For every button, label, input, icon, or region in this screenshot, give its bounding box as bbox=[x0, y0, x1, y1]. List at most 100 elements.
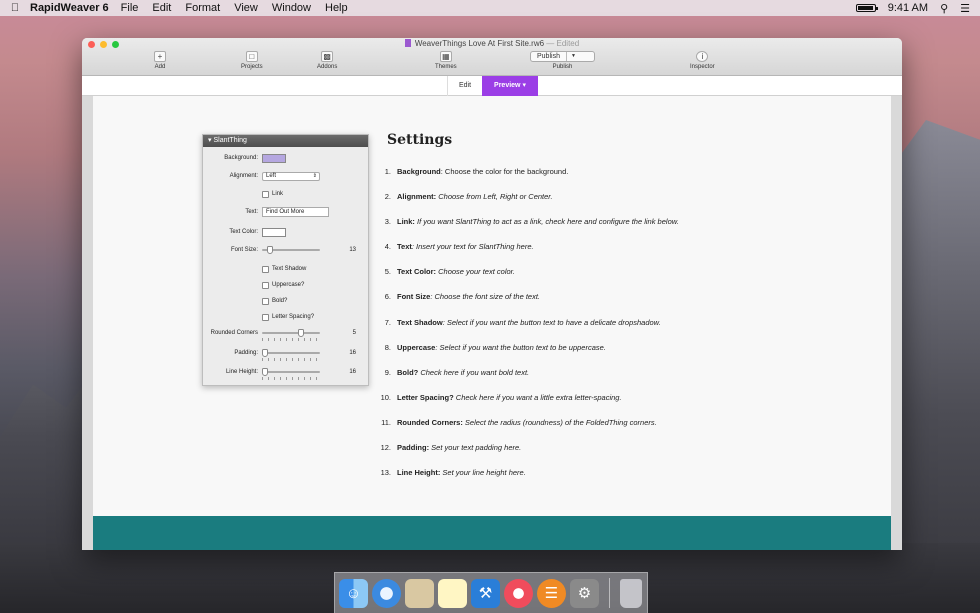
menu-help[interactable]: Help bbox=[325, 2, 348, 14]
settings-item-term: Link: bbox=[397, 217, 415, 227]
settings-list: 1. Background: Choose the color for the b… bbox=[380, 167, 860, 493]
system-preferences-icon[interactable]: ⚙ bbox=[570, 578, 599, 608]
dock-separator bbox=[609, 578, 610, 608]
settings-item-number: 4. bbox=[384, 242, 391, 252]
settings-item-number: 2. bbox=[384, 192, 391, 202]
text-color-swatch bbox=[262, 227, 286, 237]
preview-page: ▾ SlantThing Background: Alignment: Left… bbox=[93, 96, 891, 516]
menu-edit[interactable]: Edit bbox=[152, 2, 171, 14]
ibooks-icon[interactable]: ☰ bbox=[537, 578, 566, 608]
rounded-corners-slider bbox=[262, 329, 320, 341]
slider-ticks bbox=[262, 358, 320, 361]
settings-list-item: 10. Letter Spacing? Check here if you wan… bbox=[380, 393, 860, 418]
settings-list-item: 8. Uppercase: Select if you want the butt… bbox=[380, 343, 860, 368]
settings-list-item: 6. Font Size: Choose the font size of the… bbox=[380, 292, 860, 317]
themes-button[interactable]: ▦ Themes bbox=[435, 51, 457, 70]
menu-format[interactable]: Format bbox=[185, 2, 220, 14]
padding-slider bbox=[262, 349, 320, 361]
updown-arrow-icon: ⇕ bbox=[312, 172, 317, 179]
text-color-row: Text Color: bbox=[203, 226, 368, 238]
spotlight-search-icon[interactable]: ⚲ bbox=[940, 2, 948, 15]
trash-icon[interactable] bbox=[620, 578, 642, 608]
slider-ticks bbox=[262, 377, 320, 380]
settings-item-description: Select the radius (roundness) of the Fol… bbox=[462, 417, 657, 427]
letter-spacing-row: Letter Spacing? bbox=[203, 311, 368, 323]
settings-list-item: 7. Text Shadow: Select if you want the bu… bbox=[380, 318, 860, 343]
slider-thumb bbox=[267, 246, 274, 254]
settings-item-description: If you want SlantThing to act as a link,… bbox=[414, 217, 679, 227]
settings-item-number: 9. bbox=[384, 367, 391, 377]
background-color-swatch bbox=[262, 153, 286, 163]
publish-button-label: Publish bbox=[537, 53, 560, 60]
inspector-button[interactable]: i Inspector bbox=[690, 51, 715, 70]
padding-value: 16 bbox=[349, 350, 356, 356]
info-icon: i bbox=[696, 51, 709, 62]
chevron-down-icon[interactable]: ▼ bbox=[565, 52, 580, 61]
bold-label: Bold? bbox=[272, 298, 288, 304]
notes-icon[interactable] bbox=[438, 578, 467, 608]
padding-label: Padding: bbox=[234, 350, 258, 356]
safari-icon[interactable] bbox=[372, 578, 401, 608]
publish-control: Publish ▼ Publish bbox=[530, 51, 595, 70]
dock: ☺ ⚒ ☰ ⚙ bbox=[334, 572, 648, 613]
publish-button[interactable]: Publish ▼ bbox=[530, 51, 595, 62]
bold-checkbox bbox=[262, 297, 269, 305]
letter-spacing-label: Letter Spacing? bbox=[272, 314, 315, 320]
settings-item-number: 10. bbox=[380, 392, 391, 402]
notification-center-icon[interactable]: ☰ bbox=[960, 2, 970, 15]
preview-app-icon[interactable] bbox=[405, 578, 434, 608]
finder-icon[interactable]: ☺ bbox=[339, 578, 368, 608]
text-row: Text: Find Out More bbox=[203, 206, 368, 218]
edited-status: — Edited bbox=[546, 39, 580, 48]
projects-label: Projects bbox=[241, 64, 263, 70]
text-shadow-checkbox bbox=[262, 265, 269, 273]
line-height-value: 16 bbox=[349, 369, 356, 375]
settings-item-description: Check here if you want a little extra le… bbox=[453, 392, 622, 402]
alignment-value: Left bbox=[266, 172, 277, 179]
document-name: WeaverThings Love At First Site.rw6 bbox=[414, 39, 545, 48]
settings-item-term: Bold? bbox=[397, 367, 419, 377]
settings-item-number: 6. bbox=[384, 292, 391, 302]
xcode-icon[interactable]: ⚒ bbox=[471, 578, 500, 608]
menu-window[interactable]: Window bbox=[272, 2, 311, 14]
padding-row: Padding: 16 bbox=[203, 347, 368, 361]
apple-icon[interactable]:  bbox=[0, 2, 30, 14]
settings-item-number: 3. bbox=[384, 217, 391, 227]
menu-file[interactable]: File bbox=[121, 2, 139, 14]
uppercase-row: Uppercase? bbox=[203, 279, 368, 291]
addons-button[interactable]: ▩ Addons bbox=[317, 51, 337, 70]
battery-icon[interactable] bbox=[855, 4, 878, 12]
text-field: Find Out More bbox=[262, 207, 329, 217]
text-shadow-label: Text Shadow bbox=[272, 266, 307, 272]
uppercase-checkbox bbox=[262, 281, 269, 289]
settings-item-description: Choose your text color. bbox=[436, 267, 515, 277]
menu-app-name[interactable]: RapidWeaver 6 bbox=[30, 2, 109, 14]
alignment-row: Alignment: Left ⇕ bbox=[203, 170, 368, 182]
projects-button[interactable]: □ Projects bbox=[241, 51, 263, 70]
settings-item-description: : Select if you want the button text to … bbox=[435, 342, 606, 352]
font-size-value: 13 bbox=[349, 247, 356, 253]
text-shadow-row: Text Shadow bbox=[203, 263, 368, 275]
uppercase-label: Uppercase? bbox=[272, 282, 305, 288]
tab-edit[interactable]: Edit bbox=[447, 76, 482, 96]
settings-item-term: Text Color: bbox=[397, 267, 437, 277]
settings-list-item: 13. Line Height: Set your line height her… bbox=[380, 468, 860, 493]
settings-item-number: 13. bbox=[380, 468, 391, 478]
projects-icon: □ bbox=[245, 51, 258, 62]
settings-list-item: 1. Background: Choose the color for the b… bbox=[380, 167, 860, 192]
settings-item-description: Set your line height here. bbox=[440, 468, 526, 478]
tab-preview[interactable]: Preview ▾ bbox=[482, 76, 538, 96]
slider-thumb bbox=[262, 349, 268, 357]
slantthing-settings-panel: ▾ SlantThing Background: Alignment: Left… bbox=[202, 134, 369, 386]
slider-thumb bbox=[262, 368, 268, 376]
add-button[interactable]: + Add bbox=[154, 51, 166, 70]
settings-item-term: Text Shadow bbox=[397, 317, 443, 327]
background-label: Background: bbox=[224, 155, 258, 161]
menu-view[interactable]: View bbox=[234, 2, 258, 14]
itunes-icon[interactable] bbox=[504, 578, 533, 608]
panel-title: SlantThing bbox=[213, 137, 247, 144]
menu-clock[interactable]: 9:41 AM bbox=[888, 2, 928, 14]
settings-item-term: Line Height: bbox=[397, 468, 441, 478]
settings-list-item: 3. Link: If you want SlantThing to act as… bbox=[380, 217, 860, 242]
teal-footer-band bbox=[93, 516, 891, 550]
